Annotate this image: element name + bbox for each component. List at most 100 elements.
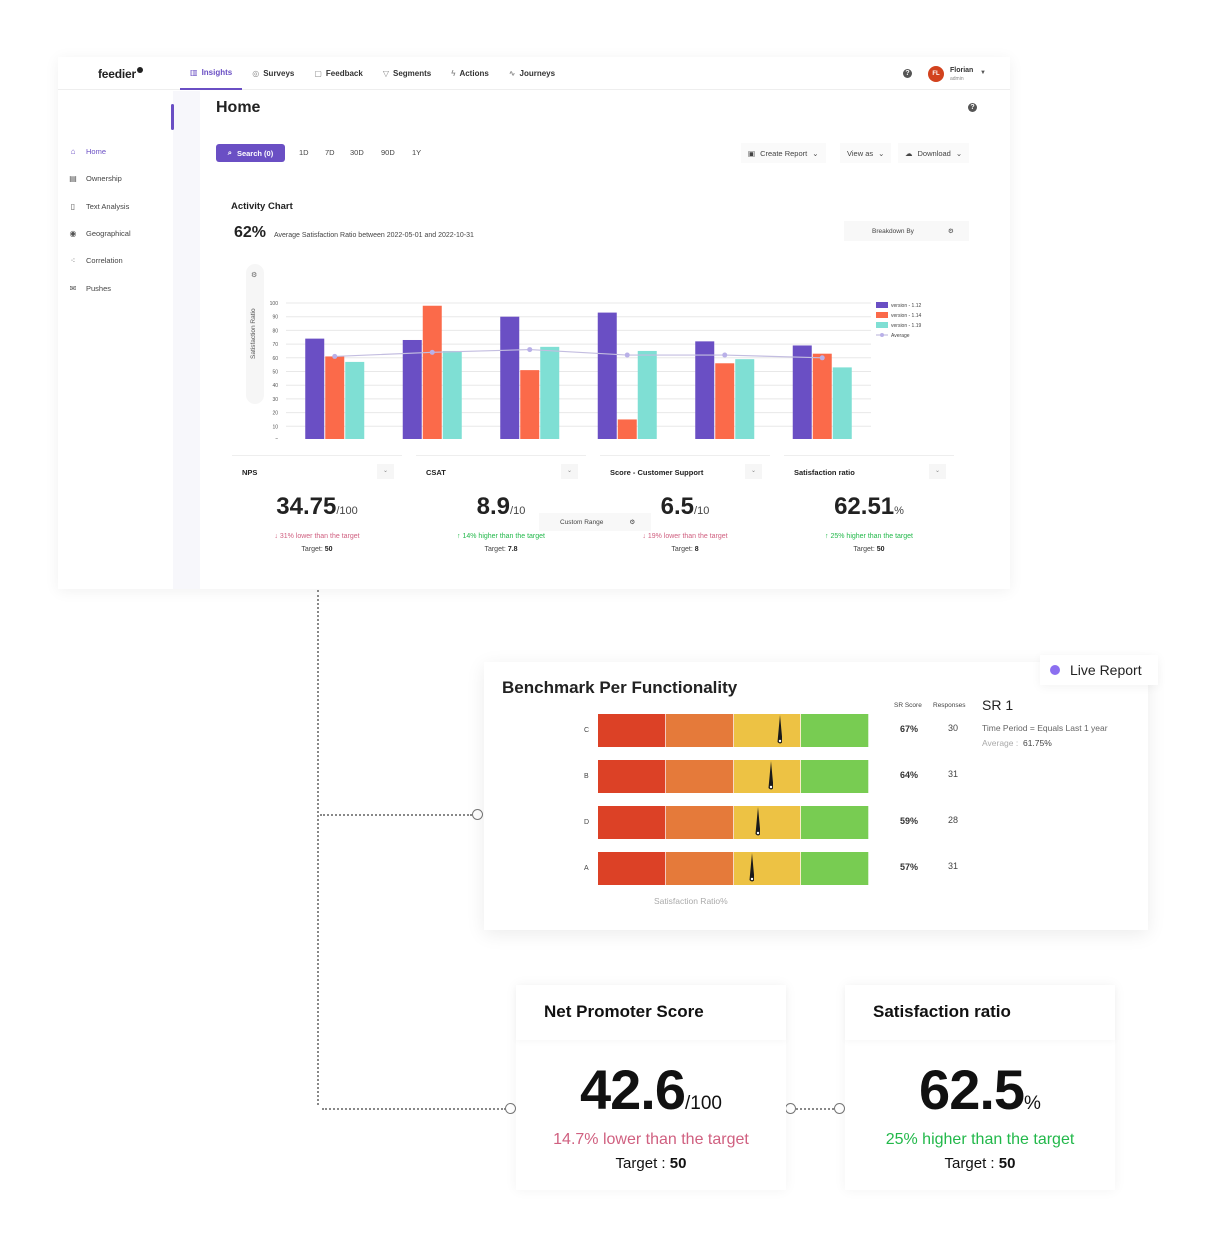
- gauge-band: [733, 806, 802, 839]
- y-tick-label: 80: [272, 328, 278, 334]
- kpi-target-label: Target:: [484, 546, 506, 553]
- y-tick-label: 20: [272, 411, 278, 417]
- bar-version-1-14: [422, 305, 442, 439]
- divider: [232, 455, 402, 456]
- avatar[interactable]: FL: [928, 66, 944, 82]
- logo-text: feedier: [98, 67, 136, 81]
- responses-a: 31: [948, 861, 959, 871]
- bar-version-1-12: [695, 341, 715, 439]
- bolt-icon: ϟ: [451, 69, 456, 78]
- sr-score-d: 59%: [900, 816, 919, 826]
- nps-card-title: Net Promoter Score: [516, 985, 786, 1040]
- gauge-needle-icon: [749, 853, 755, 882]
- bar-version-1-12: [305, 338, 325, 439]
- nav-actions[interactable]: ϟ Actions: [441, 57, 499, 90]
- chevron-down-icon[interactable]: ▼: [980, 70, 986, 76]
- legend-swatch: [876, 302, 888, 308]
- sidebar-item-correlation[interactable]: ⁖ Correlation: [68, 252, 123, 268]
- kpi-number: 8.9: [476, 493, 511, 520]
- download-button[interactable]: ☁ Download ⌄: [898, 143, 970, 163]
- chevron-down-icon[interactable]: ⌄: [745, 464, 762, 479]
- help-icon[interactable]: ?: [903, 69, 912, 78]
- kpi-target: Target: 7.8: [416, 546, 586, 553]
- feedier-logo[interactable]: feedier: [98, 67, 143, 81]
- sidebar-item-pushes[interactable]: ✉ Pushes: [68, 280, 111, 296]
- benchmark-title: Benchmark Per Functionality: [502, 678, 738, 697]
- nav-journeys[interactable]: ∿ Journeys: [499, 57, 565, 90]
- kpi-nps: NPS ⌄ 34.75/100 ↓ 31% lower than the tar…: [232, 455, 402, 565]
- live-status-dot-icon: [1050, 665, 1060, 675]
- average-point: [722, 352, 728, 358]
- kpi-target: Target: 50: [232, 546, 402, 553]
- gauge-band: [665, 760, 734, 793]
- y-tick-label: 10: [272, 424, 278, 430]
- view-as-label: View as: [847, 148, 874, 158]
- y-tick-label: 50: [272, 370, 278, 376]
- nps-card: Net Promoter Score 42.6/100 14.7% lower …: [516, 985, 786, 1190]
- range-30d[interactable]: 30D: [350, 148, 364, 157]
- nav-insights[interactable]: ▥ Insights: [180, 57, 243, 90]
- range-1d[interactable]: 1D: [299, 148, 309, 157]
- sr-score-b: 64%: [900, 770, 919, 780]
- chat-icon: ▢: [314, 69, 322, 78]
- sidebar-active-indicator: [171, 104, 174, 130]
- average-point: [527, 347, 533, 353]
- view-as-button[interactable]: View as ⌄: [840, 143, 892, 163]
- kpi-value: 34.75/100: [232, 493, 402, 521]
- kpi-unit: /100: [336, 505, 358, 517]
- user-name[interactable]: Florian: [950, 67, 973, 74]
- chevron-down-icon[interactable]: ⌄: [377, 464, 394, 479]
- nav-label: Actions: [459, 69, 489, 78]
- range-7d[interactable]: 7D: [325, 148, 335, 157]
- range-90d[interactable]: 90D: [381, 148, 395, 157]
- sidebar-item-home[interactable]: ⌂ Home: [68, 143, 106, 159]
- help-icon[interactable]: ?: [968, 103, 977, 112]
- kpi-delta-text: 25% higher than the target: [830, 533, 913, 540]
- legend-label: Average: [891, 333, 910, 339]
- legend-label: version - 1.19: [891, 323, 922, 329]
- sidebar-item-text-analysis[interactable]: ▯ Text Analysis: [68, 198, 130, 214]
- nav-surveys[interactable]: ◎ Surveys: [242, 57, 304, 90]
- kpi-value: 6.5/10: [600, 493, 770, 521]
- chevron-down-icon[interactable]: ⌄: [929, 464, 946, 479]
- gauge-row-a: [598, 852, 869, 885]
- legend-swatch: [876, 312, 888, 318]
- connector-line-vertical: [317, 590, 319, 1105]
- sidebar-item-ownership[interactable]: ▤ Ownership: [68, 170, 122, 186]
- responses-c: 30: [948, 723, 959, 733]
- create-report-button[interactable]: ▣ Create Report ⌄: [741, 143, 826, 163]
- nav-segments[interactable]: ▽ Segments: [373, 57, 441, 90]
- satisfaction-card-target: Target : 50: [845, 1155, 1115, 1172]
- main-content: Home ? ⌕ Search (0) 1D 7D 30D 90D 1Y ▣ Cre…: [200, 91, 1010, 589]
- gauge-band: [801, 714, 869, 747]
- connector-node: [785, 1103, 796, 1114]
- bar-version-1-19: [540, 346, 560, 439]
- bar-version-1-14: [520, 370, 540, 439]
- kpi-target-value: 7.8: [507, 546, 518, 553]
- search-button[interactable]: ⌕ Search (0): [216, 144, 285, 162]
- live-report-badge[interactable]: Live Report: [1040, 655, 1158, 685]
- kpi-unit: /10: [694, 505, 710, 517]
- download-label: Download: [917, 148, 951, 158]
- y-tick-label: 90: [272, 315, 278, 321]
- range-1y[interactable]: 1Y: [412, 148, 421, 157]
- chevron-down-icon[interactable]: ⌄: [561, 464, 578, 479]
- kpi-unit: %: [894, 505, 904, 517]
- y-tick-label: 100: [270, 301, 279, 307]
- bar-version-1-14: [325, 356, 345, 439]
- sidebar-item-geographical[interactable]: ◉ Geographical: [68, 225, 131, 241]
- nav-label: Segments: [392, 69, 432, 78]
- gauge-category-label: C: [584, 727, 590, 734]
- kpi-title: CSAT: [426, 468, 446, 477]
- home-icon: ⌂: [70, 146, 76, 156]
- legend-swatch: [876, 322, 888, 328]
- sidebar-item-label: Pushes: [86, 283, 112, 293]
- kpi-csat: CSAT ⌄ 8.9/10 ↑ 14% higher than the targ…: [416, 455, 586, 565]
- kpi-target-label: Target:: [671, 546, 693, 553]
- y-tick-label: 40: [272, 383, 278, 389]
- nav-feedback[interactable]: ▢ Feedback: [304, 57, 372, 90]
- bar-version-1-19: [832, 367, 852, 439]
- kpi-delta: ↓ 19% lower than the target: [600, 533, 770, 540]
- nav-label: Journeys: [519, 69, 556, 78]
- network-icon: ⁖: [70, 255, 76, 265]
